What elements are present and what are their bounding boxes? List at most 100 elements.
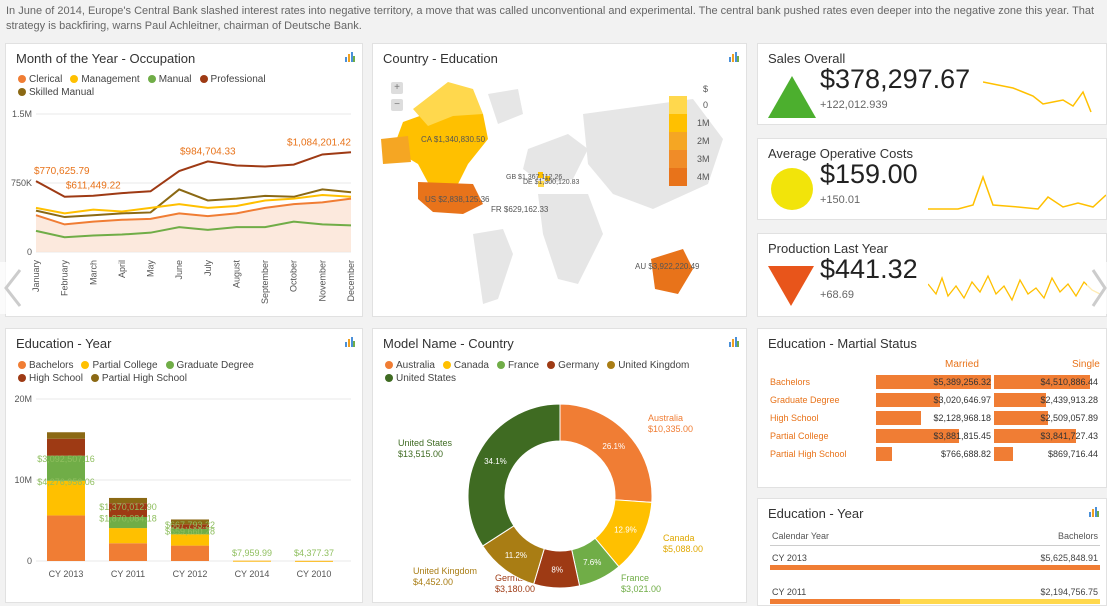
legend-item[interactable]: Graduate Degree — [165, 359, 254, 372]
kpi-delta: +122,012.939 — [820, 99, 888, 111]
slice-percent: 7.6% — [583, 558, 601, 567]
education-year-table-panel: Education - Year Calendar Year Bachelors… — [757, 498, 1107, 606]
x-tick-label: August — [231, 260, 241, 289]
legend-item[interactable]: Management — [70, 73, 140, 86]
map-label-fr: FR $629,162.33 — [491, 205, 549, 214]
legend-label: Management — [81, 74, 140, 85]
previous-page-button[interactable] — [0, 262, 28, 314]
row-label[interactable]: Partial College — [770, 431, 829, 441]
legend-label: Clerical — [29, 74, 63, 85]
single-value: $2,509,057.89 — [1040, 413, 1098, 423]
bar-segment — [47, 438, 85, 456]
kpi-production-panel: Production Last Year $441.32 +68.69 — [757, 233, 1107, 317]
kpi-sparkline — [983, 81, 1092, 113]
legend-item[interactable]: France — [496, 359, 539, 372]
legend-item[interactable]: Germany — [547, 359, 599, 372]
model-country-panel: Model Name - Country Australia Canada Fran… — [372, 328, 747, 603]
legend-item[interactable]: Partial High School — [90, 372, 187, 385]
up-triangle-icon — [768, 76, 816, 118]
data-label: $1,084,201.42 — [287, 137, 351, 148]
row-label[interactable]: Graduate Degree — [770, 395, 840, 405]
map-label-au: AU $3,922,220.49 — [635, 262, 700, 271]
kpi-value: $159.00 — [820, 159, 918, 189]
legend-label: Skilled Manual — [29, 87, 95, 98]
married-value: $3,020,646.97 — [933, 395, 991, 405]
chart-type-icon[interactable] — [729, 337, 739, 347]
chart-type-icon[interactable] — [345, 337, 355, 347]
marital-status-panel: Education - Martial Status Married Singl… — [757, 328, 1107, 488]
chart-type-icon[interactable] — [345, 52, 355, 62]
single-value: $2,439,913.28 — [1040, 395, 1098, 405]
legend-label: Graduate Degree — [176, 360, 254, 371]
map-scale-label: 4M — [697, 172, 710, 182]
row-label[interactable]: Bachelors — [770, 377, 810, 387]
bar-segment — [233, 560, 271, 562]
map-label-de: DE $1,300,120.83 — [523, 179, 580, 186]
callout-value: $3,021.00 — [621, 584, 661, 594]
legend-swatch — [18, 361, 26, 369]
kpi-value: $378,297.67 — [820, 64, 971, 94]
legend-swatch — [90, 374, 99, 382]
map-label-canada: CA $1,340,830.50 — [421, 135, 486, 144]
legend-label: Australia — [396, 360, 435, 371]
map-scale-label: 3M — [697, 154, 710, 164]
legend-item[interactable]: Bachelors — [18, 359, 73, 372]
row-label[interactable]: Partial High School — [770, 449, 847, 459]
model-country-title: Model Name - Country — [383, 336, 514, 351]
kpi-sales-panel: Sales Overall $378,297.67 +122,012.939 — [757, 43, 1107, 125]
map-scale-2 — [669, 114, 687, 132]
married-value: $3,881,815.45 — [933, 431, 991, 441]
row-bar-secondary — [900, 599, 1100, 604]
banner-text: In June of 2014, Europe's Central Bank s… — [6, 5, 1095, 32]
donut-slice — [559, 403, 653, 503]
data-label: $611,449.22 — [66, 181, 121, 192]
data-label: $559,660.28 — [165, 526, 215, 536]
x-tick-label: April — [117, 260, 127, 278]
legend-item[interactable]: United Kingdom — [607, 359, 689, 372]
legend-swatch — [18, 88, 26, 96]
legend-item[interactable]: United States — [385, 372, 456, 385]
table-row: CY 2011 $2,194,756.75 — [772, 587, 1098, 597]
row-value: $2,194,756.75 — [1040, 587, 1098, 597]
legend-item[interactable]: Manual — [147, 73, 192, 86]
map-scale-label: $ — [703, 84, 708, 94]
legend-swatch — [165, 361, 174, 369]
legend-item[interactable]: Partial College — [81, 359, 158, 372]
y-tick-label: 0 — [27, 556, 32, 566]
legend-swatch — [607, 361, 616, 369]
chevron-left-icon — [4, 269, 22, 307]
map-alaska — [381, 136, 411, 164]
chart-type-icon[interactable] — [1089, 507, 1099, 517]
row-year: CY 2013 — [772, 553, 807, 563]
next-page-button[interactable] — [1087, 262, 1107, 314]
x-tick-label: October — [289, 260, 299, 292]
legend-label: High School — [29, 373, 83, 384]
data-label: $770,625.79 — [34, 166, 90, 177]
map-scale-label: 2M — [697, 136, 710, 146]
map-scale-label: 1M — [697, 118, 710, 128]
legend-swatch — [18, 374, 26, 382]
slice-percent: 8% — [551, 565, 563, 574]
legend-item[interactable]: Clerical — [18, 73, 62, 86]
legend-item[interactable]: Canada — [442, 359, 489, 372]
legend-item[interactable]: Professional — [199, 73, 266, 86]
legend-item[interactable]: High School — [18, 372, 83, 385]
row-label[interactable]: High School — [770, 413, 819, 423]
data-label: $7,959.99 — [232, 548, 272, 558]
single-value: $869,716.44 — [1047, 449, 1098, 459]
model-country-donut: 26.1% Australia$10,335.00 12.9% Canada$5,08… — [398, 403, 703, 594]
occupation-title: Month of the Year - Occupation — [16, 51, 196, 66]
legend-swatch — [147, 75, 156, 83]
x-tick-label: March — [88, 260, 98, 285]
callout-value: $3,180.00 — [495, 584, 535, 594]
y-tick-label: 20M — [14, 394, 32, 404]
legend-swatch — [442, 361, 451, 369]
slice-percent: 26.1% — [602, 442, 625, 451]
map-australia — [651, 249, 693, 294]
legend-item[interactable]: Skilled Manual — [18, 86, 94, 99]
legend-item[interactable]: Australia — [385, 359, 435, 372]
callout-name: United States — [398, 438, 453, 448]
y-tick-label: 750K — [11, 178, 32, 188]
education-year-chart: 20M 10M 0 CY 2013 CY 2011 CY 2012 CY 2014 CY 20… — [14, 394, 351, 579]
education-year-panel: Education - Year Bachelors Partial Colleg… — [5, 328, 363, 603]
